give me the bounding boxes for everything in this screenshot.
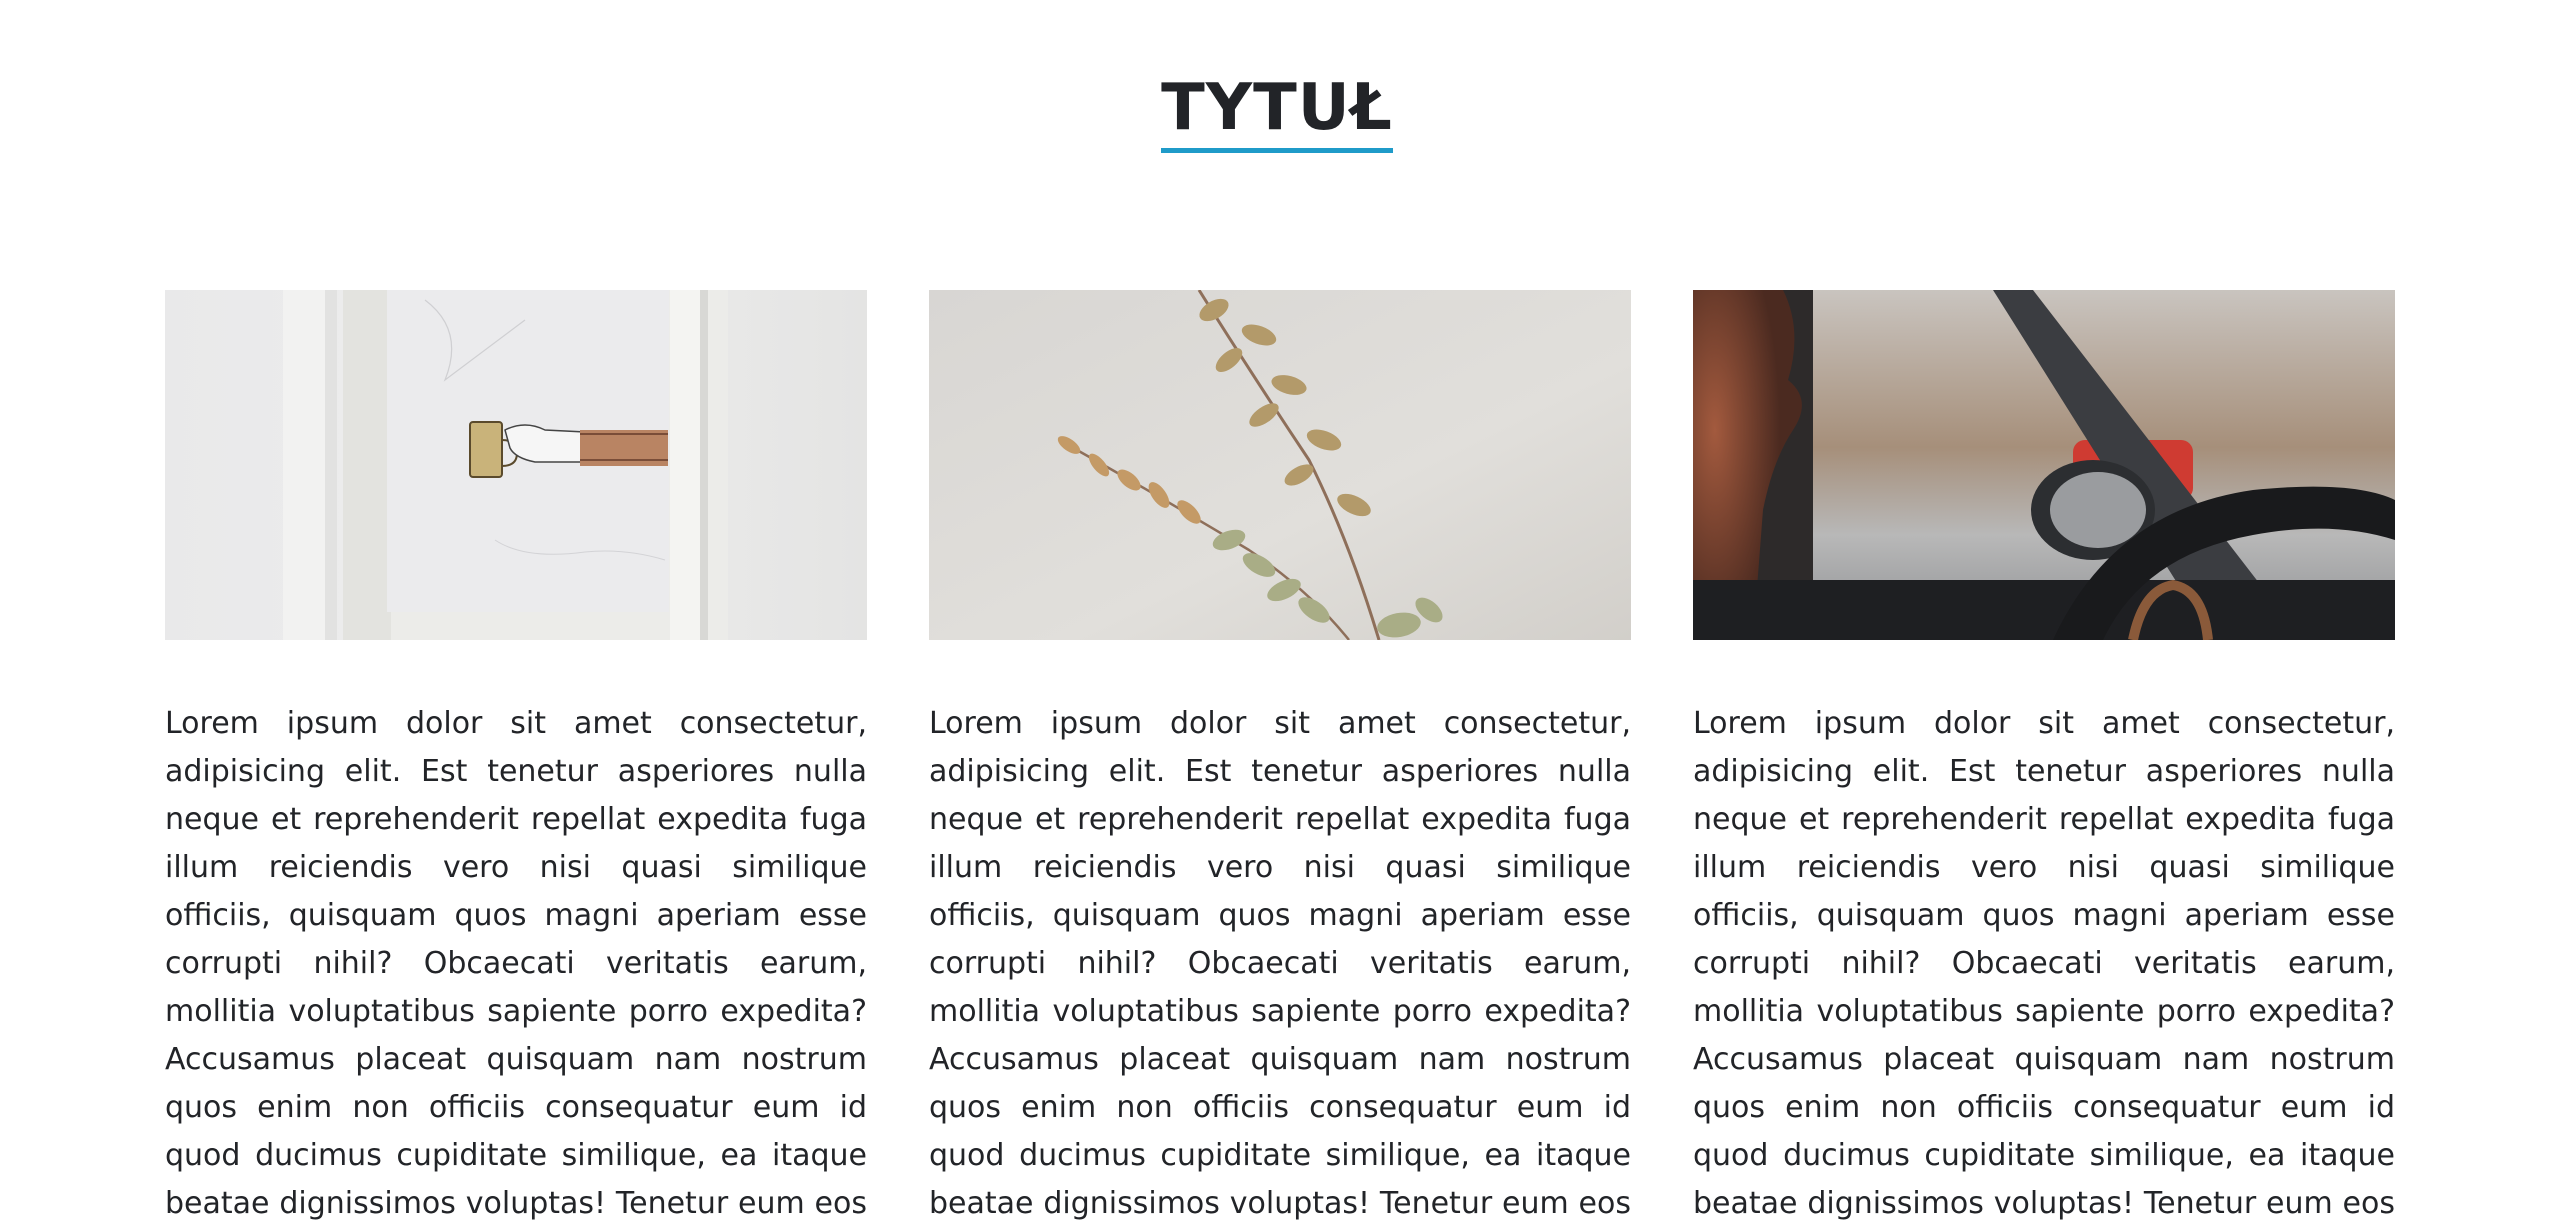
card: Lorem ipsum dolor sit amet consectetur, … [165, 290, 867, 1230]
eucalyptus-branch-image [929, 290, 1631, 640]
card-text: Lorem ipsum dolor sit amet consectetur, … [1693, 706, 2395, 1221]
card: Lorem ipsum dolor sit amet consectetur, … [929, 290, 1631, 1230]
car-interior-steering-wheel-image [1693, 290, 2395, 640]
card: Lorem ipsum dolor sit amet consectetur, … [1693, 290, 2395, 1230]
page-title: TYTUŁ [1161, 68, 1393, 153]
card-grid: Lorem ipsum dolor sit amet consectetur, … [165, 290, 2395, 1230]
card-text: Lorem ipsum dolor sit amet consectetur, … [165, 706, 867, 1221]
framed-illustration-hand-holding-cup-image [165, 290, 867, 640]
card-text: Lorem ipsum dolor sit amet consectetur, … [929, 706, 1631, 1221]
page-header: TYTUŁ [0, 68, 2554, 153]
